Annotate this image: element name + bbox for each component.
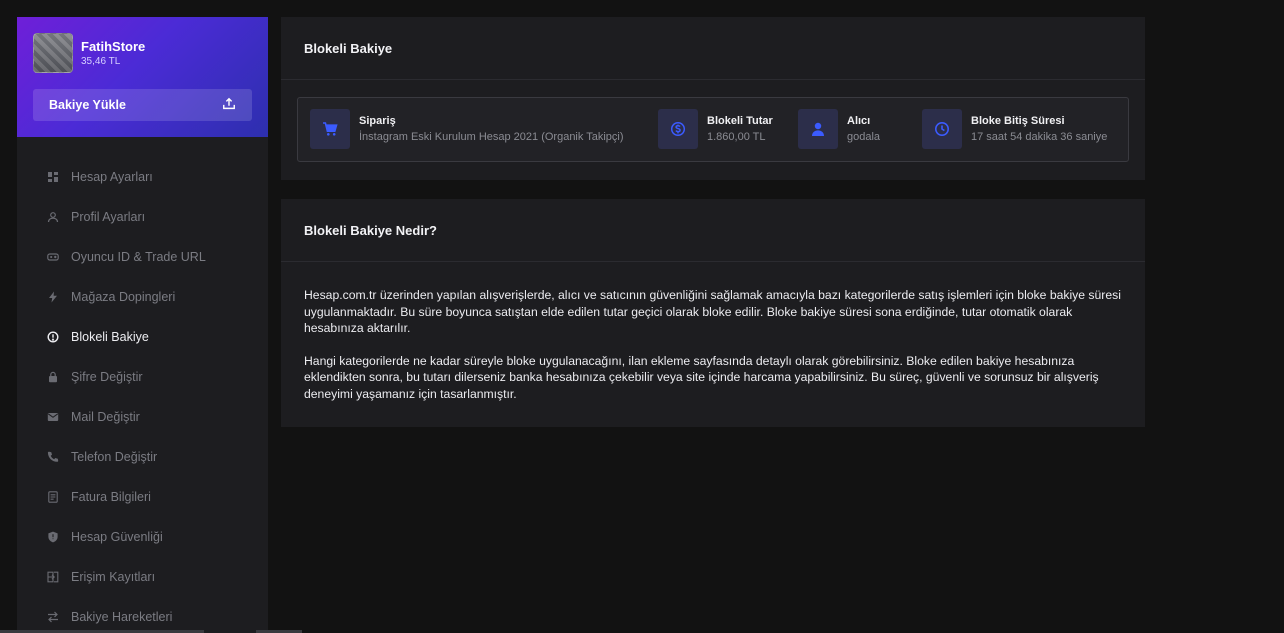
person-icon xyxy=(798,109,838,149)
sidebar-item-label: Mağaza Dopingleri xyxy=(71,290,176,304)
sidebar-item-mail-degistir[interactable]: Mail Değiştir xyxy=(17,397,268,437)
sidebar-item-bakiye-hareketleri[interactable]: Bakiye Hareketleri xyxy=(17,597,268,633)
buyer-info: Alıcı godala xyxy=(798,109,880,149)
order-info: Sipariş İnstagram Eski Kurulum Hesap 202… xyxy=(310,109,624,149)
cart-icon xyxy=(310,109,350,149)
expiry-label: Bloke Bitiş Süresi xyxy=(971,115,1065,127)
sidebar-item-profil-ayarlari[interactable]: Profil Ayarları xyxy=(17,197,268,237)
dashboard-icon xyxy=(47,171,59,183)
sidebar-item-oyuncu-id[interactable]: Oyuncu ID & Trade URL xyxy=(17,237,268,277)
sidebar-item-sifre-degistir[interactable]: Şifre Değiştir xyxy=(17,357,268,397)
sidebar-item-hesap-guvenligi[interactable]: Hesap Güvenliği xyxy=(17,517,268,557)
swap-icon xyxy=(47,611,59,623)
amount-value: 1.860,00 TL xyxy=(707,131,766,143)
user-icon xyxy=(47,211,59,223)
balance: 35,46 TL xyxy=(81,56,121,67)
topup-button[interactable]: Bakiye Yükle xyxy=(33,89,252,121)
login-icon xyxy=(47,571,59,583)
upload-icon xyxy=(222,97,236,114)
order-label: Sipariş xyxy=(359,115,396,127)
alert-circle-icon xyxy=(47,331,59,343)
sidebar-item-label: Şifre Değiştir xyxy=(71,370,143,384)
sidebar-item-label: Bakiye Hareketleri xyxy=(71,610,173,624)
amount-label: Blokeli Tutar xyxy=(707,115,773,127)
expiry-value: 17 saat 54 dakika 36 saniye xyxy=(971,131,1108,143)
page-root: FatihStore 35,46 TL Bakiye Yükle Hesap A… xyxy=(0,0,1284,633)
sidebar-item-label: Hesap Ayarları xyxy=(71,170,153,184)
sidebar-item-telefon-degistir[interactable]: Telefon Değiştir xyxy=(17,437,268,477)
info-paragraph-1: Hesap.com.tr üzerinden yapılan alışveriş… xyxy=(304,288,1121,335)
sidebar-item-hesap-ayarlari[interactable]: Hesap Ayarları xyxy=(17,157,268,197)
info-paragraph-2: Hangi kategorilerde ne kadar süreyle blo… xyxy=(304,353,1099,401)
order-value[interactable]: İnstagram Eski Kurulum Hesap 2021 (Organ… xyxy=(359,131,624,143)
blocked-order-row: Sipariş İnstagram Eski Kurulum Hesap 202… xyxy=(297,97,1129,162)
bolt-icon xyxy=(47,291,59,303)
sidebar-item-label: Erişim Kayıtları xyxy=(71,570,156,584)
document-icon xyxy=(47,491,59,503)
sidebar-item-label: Profil Ayarları xyxy=(71,210,146,224)
buyer-value[interactable]: godala xyxy=(847,131,880,143)
expiry-info: Bloke Bitiş Süresi 17 saat 54 dakika 36 … xyxy=(922,109,1107,149)
clock-icon xyxy=(922,109,962,149)
mail-icon xyxy=(47,411,59,423)
amount-info: Blokeli Tutar 1.860,00 TL xyxy=(658,109,773,149)
sidebar-menu: Hesap Ayarları Profil Ayarları Oyuncu ID… xyxy=(17,137,268,633)
dollar-circle-icon xyxy=(658,109,698,149)
sidebar-item-magaza-dopingleri[interactable]: Mağaza Dopingleri xyxy=(17,277,268,317)
sidebar-item-fatura-bilgileri[interactable]: Fatura Bilgileri xyxy=(17,477,268,517)
topup-button-label: Bakiye Yükle xyxy=(49,98,126,112)
shield-icon xyxy=(47,531,59,543)
sidebar-item-label: Hesap Güvenliği xyxy=(71,530,163,544)
lock-icon xyxy=(47,371,59,383)
sidebar-item-erisim-kayitlari[interactable]: Erişim Kayıtları xyxy=(17,557,268,597)
sidebar-item-label: Mail Değiştir xyxy=(71,410,140,424)
sidebar-item-label: Fatura Bilgileri xyxy=(71,490,151,504)
info-body: Hesap.com.tr üzerinden yapılan alışveriş… xyxy=(281,262,1145,402)
gamepad-icon xyxy=(47,251,59,263)
blocked-balance-card: Blokeli Bakiye Sipariş İnstagram Eski Ku… xyxy=(281,17,1145,180)
phone-icon xyxy=(47,451,59,463)
avatar[interactable] xyxy=(33,33,73,73)
profile-info: FatihStore 35,46 TL xyxy=(81,39,145,67)
sidebar-item-blokeli-bakiye[interactable]: Blokeli Bakiye xyxy=(17,317,268,357)
profile-row: FatihStore 35,46 TL xyxy=(33,33,252,73)
info-title: Blokeli Bakiye Nedir? xyxy=(281,199,1145,262)
sidebar: FatihStore 35,46 TL Bakiye Yükle Hesap A… xyxy=(17,17,268,633)
profile-card: FatihStore 35,46 TL Bakiye Yükle xyxy=(17,17,268,137)
sidebar-item-label: Telefon Değiştir xyxy=(71,450,158,464)
blocked-balance-title: Blokeli Bakiye xyxy=(281,17,1145,80)
store-name: FatihStore xyxy=(81,39,146,54)
info-card: Blokeli Bakiye Nedir? Hesap.com.tr üzeri… xyxy=(281,199,1145,427)
sidebar-item-label: Blokeli Bakiye xyxy=(71,330,149,344)
buyer-label: Alıcı xyxy=(847,115,871,127)
sidebar-item-label: Oyuncu ID & Trade URL xyxy=(71,250,206,264)
